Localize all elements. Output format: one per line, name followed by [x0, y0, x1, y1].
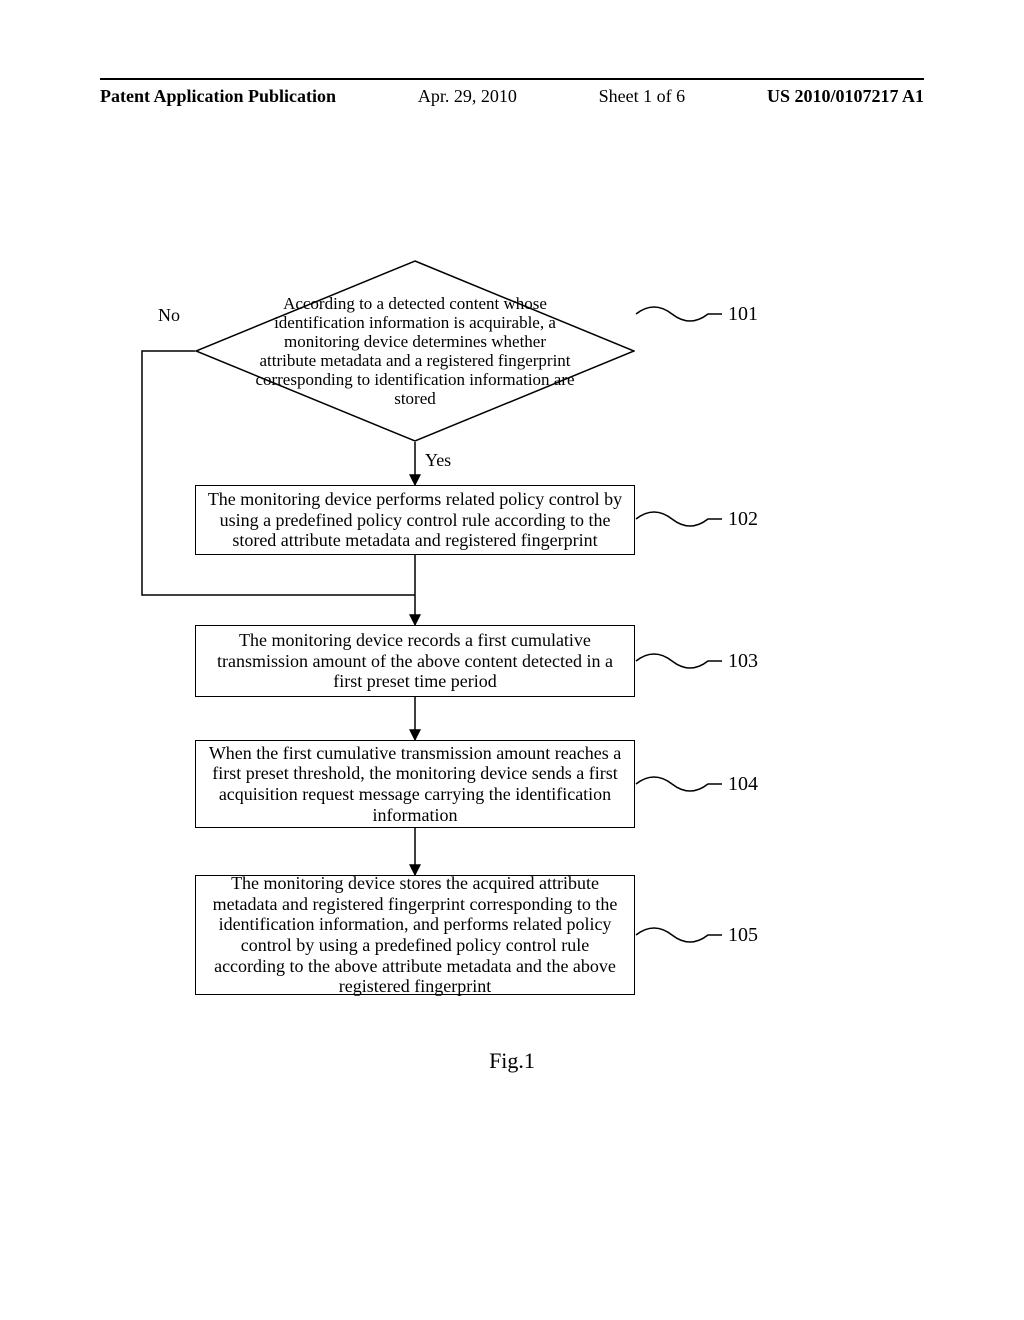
decision-101-text: According to a detected content whose id… [255, 294, 575, 408]
step-number-104: 104 [728, 773, 758, 796]
step-number-102: 102 [728, 508, 758, 531]
process-102-text: The monitoring device performs related p… [206, 489, 624, 551]
process-103: The monitoring device records a first cu… [195, 625, 635, 697]
sheet-number: Sheet 1 of 6 [599, 86, 685, 107]
process-102: The monitoring device performs related p… [195, 485, 635, 555]
step-number-101: 101 [728, 303, 758, 326]
process-105-text: The monitoring device stores the acquire… [206, 873, 624, 997]
process-104: When the first cumulative transmission a… [195, 740, 635, 828]
publication-date: Apr. 29, 2010 [418, 86, 517, 107]
process-104-text: When the first cumulative transmission a… [206, 743, 624, 826]
edge-label-yes: Yes [425, 450, 451, 471]
figure-caption: Fig.1 [0, 1048, 1024, 1074]
step-number-105: 105 [728, 924, 758, 947]
header-rule [100, 78, 924, 80]
decision-101: According to a detected content whose id… [195, 260, 635, 442]
process-103-text: The monitoring device records a first cu… [206, 630, 624, 692]
process-105: The monitoring device stores the acquire… [195, 875, 635, 995]
page-header: Patent Application Publication Apr. 29, … [100, 86, 924, 107]
publication-type: Patent Application Publication [100, 86, 336, 107]
step-number-103: 103 [728, 650, 758, 673]
edge-label-no: No [158, 305, 180, 326]
publication-number: US 2010/0107217 A1 [767, 86, 924, 107]
